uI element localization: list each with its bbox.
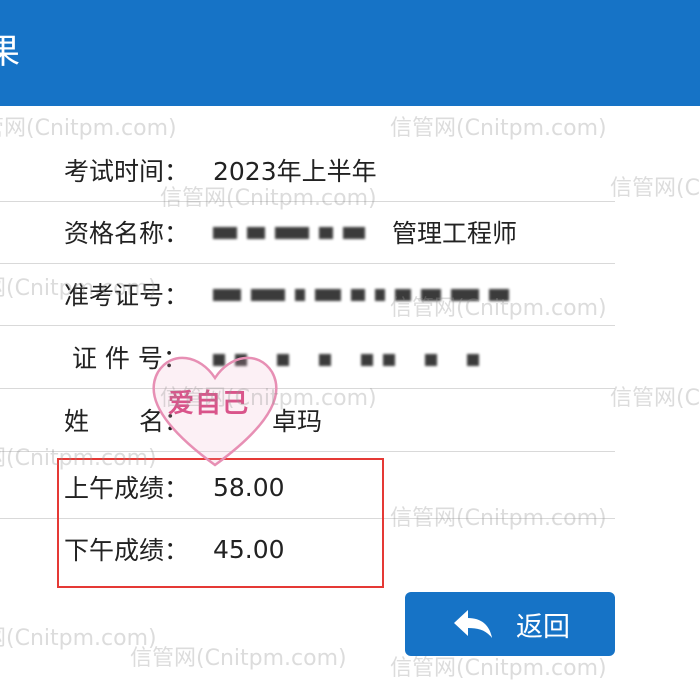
qualification-value: 管理工程师 [392, 219, 518, 248]
back-button-label: 返回 [516, 611, 570, 643]
row-admission-number: 准考证号： [0, 263, 615, 326]
redacted-admission-number [213, 287, 509, 303]
admission-number-label: 准考证号： [64, 281, 190, 310]
header-bar: 果 [0, 0, 700, 106]
stamp-text: 爱自己 [168, 389, 250, 419]
row-qualification: 资格名称： 管理工程师 [0, 201, 615, 264]
redacted-qualification-prefix [213, 225, 365, 241]
row-id-number: 证 件 号： [0, 326, 615, 389]
page-title: 果 [0, 32, 20, 72]
exam-time-value: 2023年上半年 [213, 157, 377, 186]
back-arrow-icon [454, 610, 492, 638]
exam-time-label: 考试时间： [64, 157, 190, 186]
row-exam-time: 考试时间： 2023年上半年 [0, 139, 615, 202]
back-button[interactable]: 返回 [405, 592, 615, 656]
row-name: 姓 名： 卓玛 [0, 389, 615, 452]
qualification-label: 资格名称： [64, 219, 190, 248]
